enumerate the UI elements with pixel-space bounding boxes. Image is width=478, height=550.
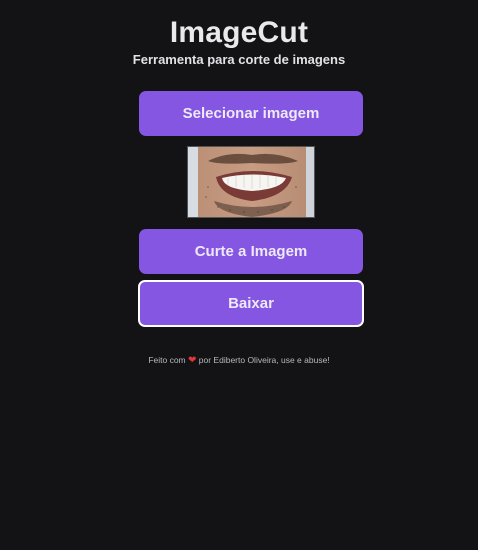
select-image-button[interactable]: Selecionar imagem bbox=[139, 91, 363, 136]
app-subtitle: Ferramenta para corte de imagens bbox=[132, 52, 346, 67]
app-title: ImageCut bbox=[169, 16, 309, 49]
smile-photo-icon bbox=[188, 147, 314, 217]
footer-prefix: Feito com bbox=[148, 355, 186, 365]
crop-image-button[interactable]: Curte a Imagem bbox=[139, 229, 363, 274]
download-button[interactable]: Baixar bbox=[138, 280, 364, 327]
heart-icon: ❤ bbox=[188, 355, 197, 366]
footer-suffix: por Ediberto Oliveira, use e abuse! bbox=[198, 355, 330, 365]
footer-credit: Feito com ❤ por Ediberto Oliveira, use e… bbox=[0, 355, 478, 366]
image-preview bbox=[187, 146, 315, 218]
app-root: ImageCut Ferramenta para corte de imagen… bbox=[0, 0, 478, 550]
